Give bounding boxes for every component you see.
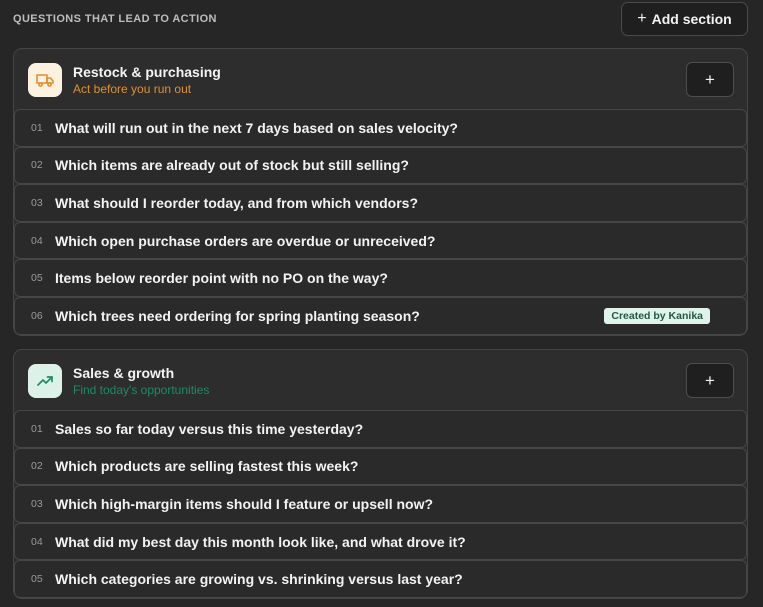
section-restock-purchasing: Restock & purchasing Act before you run … — [13, 48, 748, 336]
question-row[interactable]: 02 Which products are selling fastest th… — [14, 447, 747, 486]
question-text: Which products are selling fastest this … — [55, 458, 359, 475]
add-question-button[interactable]: + — [686, 62, 734, 97]
trending-up-icon — [28, 364, 62, 398]
question-text: Which high-margin items should I feature… — [55, 495, 434, 512]
question-row[interactable]: 04 What did my best day this month look … — [14, 522, 747, 561]
top-bar: QUESTIONS THAT LEAD TO ACTION + Add sect… — [0, 0, 763, 46]
question-text: Which items are already out of stock but… — [55, 157, 409, 174]
section-sales-growth: Sales & growth Find today's opportunitie… — [13, 349, 748, 599]
page-heading: QUESTIONS THAT LEAD TO ACTION — [13, 13, 217, 25]
question-text: Which categories are growing vs. shrinki… — [55, 571, 463, 588]
question-number: 02 — [31, 159, 43, 172]
question-number: 05 — [31, 272, 43, 285]
question-text: What should I reorder today, and from wh… — [55, 194, 418, 211]
truck-icon — [28, 63, 62, 97]
section-header: Restock & purchasing Act before you run … — [14, 49, 747, 109]
add-section-button[interactable]: + Add section — [621, 2, 748, 36]
section-title: Restock & purchasing — [73, 64, 221, 80]
question-number: 04 — [31, 535, 43, 548]
creator-badge: Created by Kanika — [604, 307, 710, 324]
question-row[interactable]: 03 Which high-margin items should I feat… — [14, 485, 747, 523]
question-number: 03 — [31, 196, 43, 209]
section-subtitle: Act before you run out — [73, 82, 192, 96]
question-number: 04 — [31, 234, 43, 247]
question-text: What will run out in the next 7 days bas… — [55, 119, 458, 136]
section-title: Sales & growth — [73, 365, 175, 381]
question-text: Sales so far today versus this time yest… — [55, 420, 364, 437]
question-row[interactable]: 01 Sales so far today versus this time y… — [14, 410, 747, 448]
question-number: 06 — [31, 309, 43, 322]
question-text: Which trees need ordering for spring pla… — [55, 307, 420, 324]
question-number: 01 — [31, 422, 43, 435]
plus-icon: + — [637, 10, 647, 27]
question-row[interactable]: 04 Which open purchase orders are overdu… — [14, 221, 747, 260]
question-row[interactable]: 01 What will run out in the next 7 days … — [14, 109, 747, 147]
question-row[interactable]: 03 What should I reorder today, and from… — [14, 184, 747, 222]
question-row[interactable]: 05 Which categories are growing vs. shri… — [14, 560, 747, 598]
question-number: 03 — [31, 497, 43, 510]
add-section-label: Add section — [651, 11, 732, 27]
question-text: Items below reorder point with no PO on … — [55, 270, 388, 287]
question-number: 05 — [31, 573, 43, 586]
question-row[interactable]: 05 Items below reorder point with no PO … — [14, 259, 747, 297]
question-text: What did my best day this month look lik… — [55, 533, 466, 550]
question-text: Which open purchase orders are overdue o… — [55, 232, 436, 249]
question-number: 02 — [31, 460, 43, 473]
add-question-button[interactable]: + — [686, 363, 734, 398]
question-number: 01 — [31, 121, 43, 134]
section-subtitle: Find today's opportunities — [73, 383, 210, 397]
question-row[interactable]: 06 Which trees need ordering for spring … — [14, 296, 747, 335]
question-row[interactable]: 02 Which items are already out of stock … — [14, 146, 747, 185]
section-header: Sales & growth Find today's opportunitie… — [14, 350, 747, 410]
